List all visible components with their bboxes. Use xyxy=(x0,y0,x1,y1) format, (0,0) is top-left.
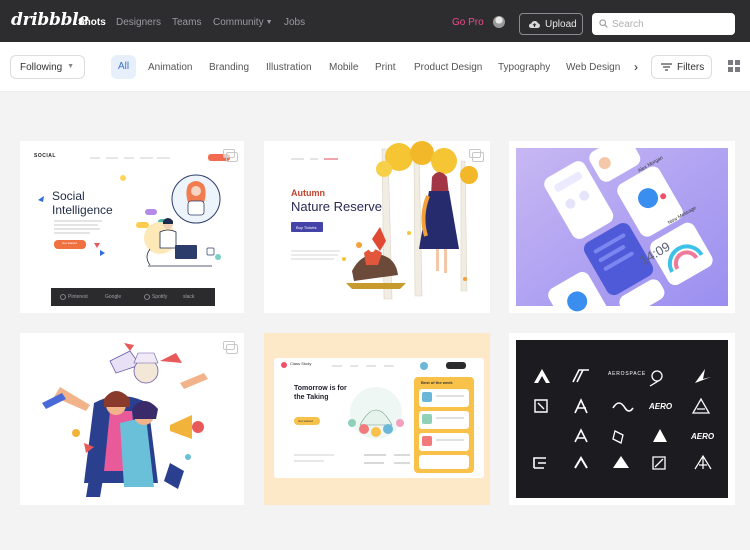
upload-label: Upload xyxy=(545,19,577,30)
chevron-right-icon[interactable]: › xyxy=(634,60,638,74)
search-box xyxy=(592,13,735,35)
category-product-design[interactable]: Product Design xyxy=(414,62,482,73)
following-label: Following xyxy=(20,62,63,73)
shot-mobile-illustration xyxy=(516,141,728,313)
search-input[interactable] xyxy=(612,16,727,32)
filters-button[interactable]: Filters xyxy=(651,55,712,79)
nav-link-community[interactable]: Community ▼ xyxy=(213,17,273,28)
social-brand: SOCIAL xyxy=(34,153,56,159)
category-illustration[interactable]: Illustration xyxy=(266,62,312,73)
chevron-down-icon: ▼ xyxy=(67,63,74,70)
filter-lines-icon xyxy=(661,63,672,71)
category-mobile[interactable]: Mobile xyxy=(329,62,358,73)
learning-side-title: Best of the week xyxy=(421,380,453,385)
nav-link-community-label: Community xyxy=(213,17,264,28)
nav-link-teams[interactable]: Teams xyxy=(172,17,201,28)
multi-shot-icon xyxy=(469,149,484,162)
category-print[interactable]: Print xyxy=(375,62,396,73)
grid-view-icon[interactable] xyxy=(728,60,740,72)
shot-characters-art xyxy=(20,333,244,505)
nav-link-jobs[interactable]: Jobs xyxy=(284,17,305,28)
category-web-design[interactable]: Web Design xyxy=(566,62,620,73)
shot-logos-art xyxy=(509,333,735,505)
top-navigation: dribbble Shots Designers Teams Community… xyxy=(0,0,750,42)
following-dropdown[interactable]: Following ▼ xyxy=(10,55,85,79)
social-cta: Get started xyxy=(62,241,77,245)
social-logo-pinterest: Pinterest xyxy=(68,294,88,300)
upload-button[interactable]: Upload xyxy=(519,13,583,35)
shot-social-illustration xyxy=(20,141,244,313)
search-icon xyxy=(599,19,608,28)
social-logo-spotify: Spotify xyxy=(152,294,168,300)
go-pro-link[interactable]: Go Pro xyxy=(452,17,484,28)
cloud-upload-icon xyxy=(528,20,540,28)
shot-character-illustration[interactable] xyxy=(20,333,244,505)
nav-link-designers[interactable]: Designers xyxy=(116,17,161,28)
social-logo-google: Google xyxy=(105,294,122,300)
multi-shot-icon xyxy=(223,341,238,354)
autumn-title-1: Autumn xyxy=(291,188,325,198)
filters-label: Filters xyxy=(677,62,705,73)
shot-autumn-nature-reserve[interactable]: Autumn Nature Reserve Buy Tickets xyxy=(264,141,490,313)
learning-title-1: Tomorrow is for xyxy=(294,385,347,392)
social-headline-1: Social xyxy=(52,189,85,203)
shot-mobile-app[interactable]: 14:09 Alex Morgan New Message xyxy=(509,141,735,313)
shot-social-intelligence[interactable]: SOCIAL Social Intelligence Get started P… xyxy=(20,141,244,313)
learning-title-2: the Taking xyxy=(294,394,329,401)
learning-brand: Class Study xyxy=(290,361,312,366)
user-avatar[interactable] xyxy=(493,16,505,28)
autumn-title-2: Nature Reserve xyxy=(291,199,383,214)
category-animation[interactable]: Animation xyxy=(148,62,192,73)
autumn-cta: Buy Tickets xyxy=(296,225,317,230)
learning-cta: Get started xyxy=(298,419,313,423)
logo-mark-aero-2: AERO xyxy=(691,432,715,441)
logo-mark-aerospace: AEROSPACE xyxy=(608,371,646,377)
category-branding[interactable]: Branding xyxy=(209,62,249,73)
social-logo-slack: slack xyxy=(183,294,195,300)
chevron-down-icon: ▼ xyxy=(265,19,273,26)
shot-logo-marks[interactable]: AEROSPACE AERO AERO xyxy=(509,333,735,505)
multi-shot-icon xyxy=(223,149,238,162)
logo-mark-aero-1: AERO xyxy=(649,402,673,411)
nav-link-shots[interactable]: Shots xyxy=(78,17,106,28)
filter-bar: Following ▼ All Animation Branding Illus… xyxy=(0,42,750,92)
category-typography[interactable]: Typography xyxy=(498,62,550,73)
social-headline-2: Intelligence xyxy=(52,203,113,217)
category-all[interactable]: All xyxy=(111,55,137,79)
shot-learning-landing[interactable]: Class Study Tomorrow is for the Taking G… xyxy=(264,333,490,505)
